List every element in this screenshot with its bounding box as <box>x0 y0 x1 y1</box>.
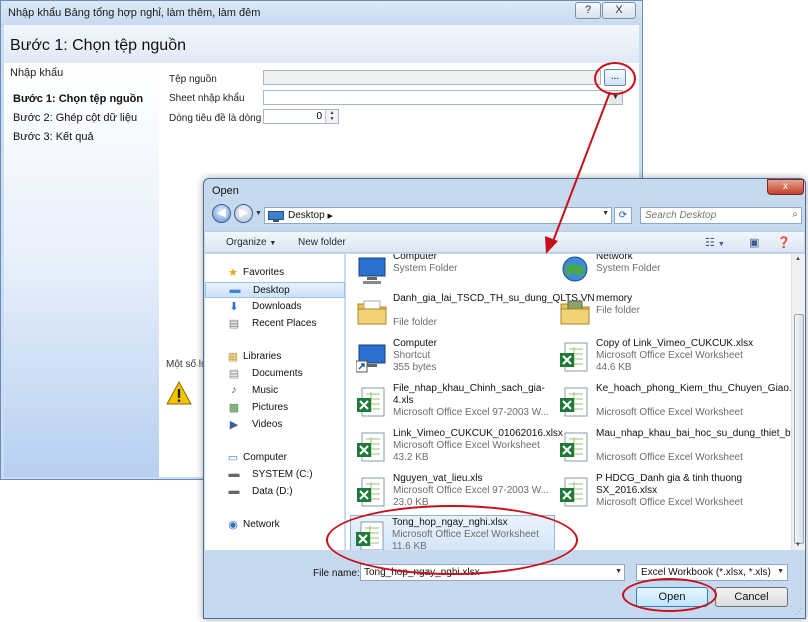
computer-icon <box>358 257 386 284</box>
sidebar-step-2[interactable]: Bước 2: Ghép cột dữ liệu <box>13 112 137 124</box>
folder-icon <box>357 300 387 325</box>
organize-button[interactable]: Organize ▼ <box>226 237 276 248</box>
file-item[interactable]: Link_Vimeo_CUKCUK_01062016.xlsx Microsof… <box>352 427 563 469</box>
nav-system-drive[interactable]: ▬ SYSTEM (C:) <box>205 467 345 483</box>
header-row-label: Dòng tiêu đề là dòng <box>169 113 262 124</box>
annotation-ring-open-button <box>622 578 717 612</box>
nav-favorites[interactable]: ★ Favorites <box>205 265 345 281</box>
excel-file-icon <box>357 432 385 462</box>
nav-libraries[interactable]: ▦ Libraries <box>205 349 345 365</box>
scroll-up-icon[interactable]: ▲ <box>795 256 801 262</box>
downloads-icon: ⬇ <box>229 301 239 313</box>
file-item[interactable]: Danh_gia_lai_TSCD_TH_su_dung_QLTS.VN Fil… <box>352 292 595 334</box>
nav-data-drive[interactable]: ▬ Data (D:) <box>205 484 345 500</box>
sidebar-step-3[interactable]: Bước 3: Kết quả <box>13 131 94 143</box>
nav-desktop[interactable]: ▬ Desktop <box>205 282 345 298</box>
scroll-down-icon[interactable]: ▼ <box>795 542 801 548</box>
file-list: Computer System Folder Network System Fo… <box>346 254 791 550</box>
folder-icon <box>560 300 590 325</box>
wizard-header: Bước 1: Chọn tệp nguồn <box>4 25 639 63</box>
nav-pictures[interactable]: ▩ Pictures <box>205 400 345 416</box>
nav-computer[interactable]: ▭ Computer <box>205 450 345 466</box>
help-button[interactable]: ? <box>575 2 601 19</box>
pictures-icon: ▩ <box>228 402 240 414</box>
file-item[interactable]: Network System Folder <box>555 254 760 292</box>
excel-file-icon <box>560 477 588 507</box>
recent-places-icon: ▤ <box>228 318 240 330</box>
file-item[interactable]: File_nhap_khau_Chinh_sach_gia-4.xls Micr… <box>352 382 557 424</box>
address-path: Desktop ▶ <box>288 210 333 221</box>
source-file-input[interactable] <box>263 70 601 85</box>
dialog-toolbar: Organize ▼ New folder ☷ ▼ ▣ ❓ <box>205 231 804 253</box>
wizard-titlebar: Nhập khẩu Bảng tổng hợp nghỉ, làm thêm, … <box>1 1 642 25</box>
sidebar-heading: Nhập khẩu <box>10 67 64 79</box>
file-list-scrollbar[interactable]: ▲ ▼ <box>791 254 805 550</box>
recent-locations-icon[interactable]: ▼ <box>255 210 262 217</box>
videos-icon: ▶ <box>229 419 239 431</box>
file-item[interactable]: Computer System Folder <box>352 254 557 292</box>
nav-downloads[interactable]: ⬇ Downloads <box>205 299 345 315</box>
file-item[interactable]: Copy of Link_Vimeo_CUKCUK.xlsx Microsoft… <box>555 337 760 379</box>
excel-file-icon <box>560 432 588 462</box>
documents-icon: ▤ <box>228 368 240 380</box>
file-item[interactable]: P HDCG_Danh gia & tinh thuong SX_2016.xl… <box>555 472 760 514</box>
excel-file-icon <box>560 342 588 372</box>
sheet-label: Sheet nhập khẩu <box>169 93 245 104</box>
resize-grip-icon[interactable]: ⋰ <box>795 607 803 616</box>
header-row-stepper[interactable]: 0 ▲ ▼ <box>263 109 339 124</box>
annotation-arrow <box>545 91 611 254</box>
source-file-label: Tệp nguồn <box>169 74 217 85</box>
view-options-icon[interactable]: ☷ ▼ <box>705 236 725 249</box>
navigation-pane: ★ Favorites ▬ Desktop ⬇ Downloads ▤ Rece… <box>205 254 345 550</box>
excel-file-icon <box>357 387 385 417</box>
network-icon <box>562 256 588 282</box>
forward-button[interactable]: ▶ <box>234 204 253 223</box>
search-box[interactable]: ⌕ <box>640 207 802 224</box>
nav-music[interactable]: ♪ Music <box>205 383 345 399</box>
nav-videos[interactable]: ▶ Videos <box>205 417 345 433</box>
nav-recent-places[interactable]: ▤ Recent Places <box>205 316 345 332</box>
chevron-down-icon: ▼ <box>777 568 784 575</box>
dialog-close-button[interactable]: x <box>767 179 804 195</box>
search-icon: ⌕ <box>792 209 798 220</box>
file-item[interactable]: memory File folder <box>555 292 760 334</box>
preview-pane-icon[interactable]: ▣ <box>749 236 759 249</box>
wizard-title: Nhập khẩu Bảng tổng hợp nghỉ, làm thêm, … <box>8 7 261 19</box>
wizard-sidebar: Nhập khẩu Bước 1: Chọn tệp nguồn Bước 2:… <box>4 63 159 477</box>
music-icon: ♪ <box>231 384 237 396</box>
chevron-down-icon[interactable]: ▼ <box>615 568 622 575</box>
nav-documents[interactable]: ▤ Documents <box>205 366 345 382</box>
libraries-icon: ▦ <box>227 351 239 363</box>
help-icon[interactable]: ❓ <box>777 236 791 249</box>
sidebar-step-1[interactable]: Bước 1: Chọn tệp nguồn <box>13 93 143 105</box>
hard-drive-icon: ▬ <box>228 468 240 480</box>
star-icon: ★ <box>228 267 238 279</box>
new-folder-button[interactable]: New folder <box>298 237 346 248</box>
excel-file-icon <box>560 387 588 417</box>
desktop-icon <box>268 211 284 222</box>
warning-icon <box>166 381 192 405</box>
excel-file-icon <box>357 477 385 507</box>
annotation-ring-selected-file <box>326 505 578 575</box>
file-item[interactable]: Ke_hoach_phong_Kiem_thu_Chuyen_Giao.xlsx… <box>555 382 791 424</box>
hard-drive-icon: ▬ <box>228 485 240 497</box>
step-title: Bước 1: Chọn tệp nguồn <box>10 37 186 54</box>
cancel-button[interactable]: Cancel <box>715 587 788 607</box>
network-icon: ◉ <box>228 519 238 531</box>
scroll-thumb[interactable] <box>794 314 804 544</box>
header-row-value: 0 <box>316 111 322 122</box>
spin-arrows-icon[interactable]: ▲ ▼ <box>325 110 338 123</box>
dialog-title: Open <box>212 185 239 197</box>
computer-shortcut-icon <box>356 344 386 373</box>
file-item[interactable]: Computer Shortcut 355 bytes <box>352 337 557 379</box>
search-input[interactable] <box>641 208 783 223</box>
file-name-label: File name: <box>313 568 360 579</box>
nav-network[interactable]: ◉ Network <box>205 517 345 533</box>
computer-icon: ▭ <box>227 452 239 464</box>
file-item[interactable]: Mau_nhap_khau_bai_hoc_su_dung_thiet_bi.x… <box>555 427 791 469</box>
desktop-icon: ▬ <box>229 284 241 296</box>
back-button[interactable]: ◀ <box>212 204 231 223</box>
wizard-close-button[interactable]: X <box>602 2 636 19</box>
